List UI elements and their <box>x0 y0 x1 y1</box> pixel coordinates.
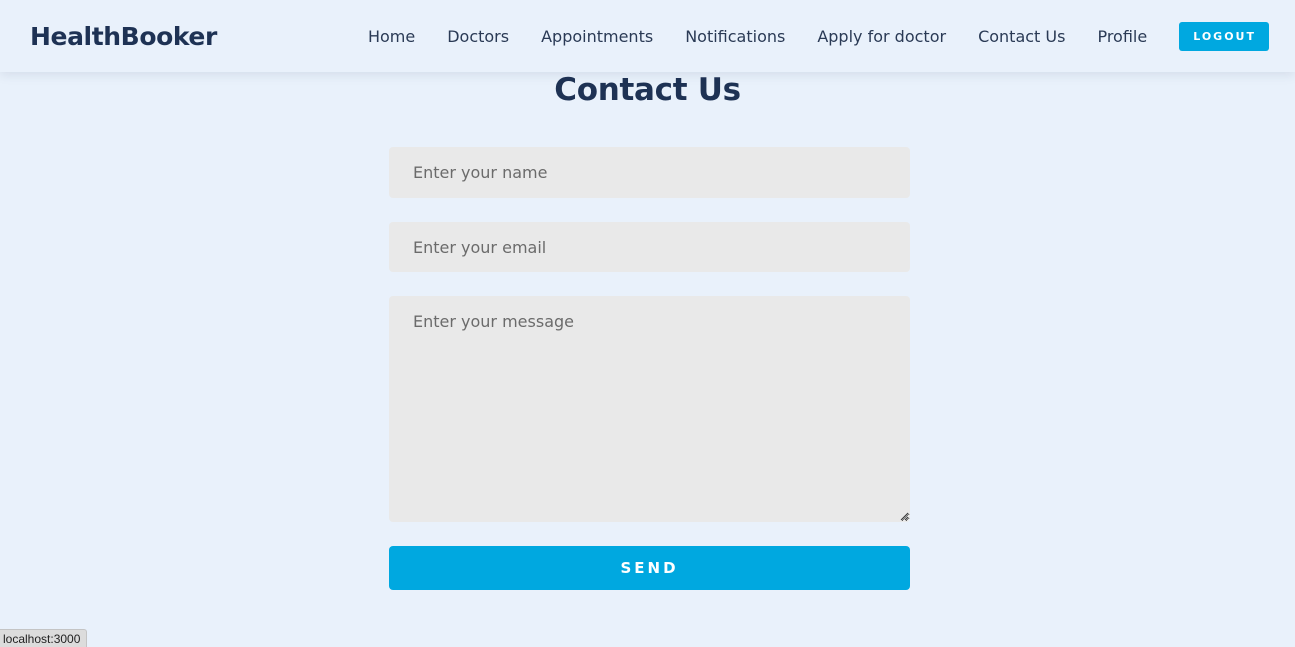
email-input[interactable] <box>389 222 910 272</box>
nav-link-home[interactable]: Home <box>368 27 415 46</box>
send-button[interactable]: SEND <box>389 546 910 590</box>
navbar: HealthBooker Home Doctors Appointments N… <box>0 0 1295 72</box>
page-title: Contact Us <box>554 72 741 108</box>
status-bar-url: localhost:3000 <box>0 629 88 647</box>
nav-link-profile[interactable]: Profile <box>1097 27 1147 46</box>
name-input[interactable] <box>389 147 910 198</box>
logout-button[interactable]: LOGOUT <box>1179 21 1269 51</box>
message-textarea[interactable] <box>389 296 910 522</box>
nav-link-appointments[interactable]: Appointments <box>541 27 653 46</box>
brand-logo[interactable]: HealthBooker <box>30 22 217 51</box>
nav-link-contact-us[interactable]: Contact Us <box>978 27 1065 46</box>
nav-link-doctors[interactable]: Doctors <box>447 27 509 46</box>
nav-links: Home Doctors Appointments Notifications … <box>368 0 1269 72</box>
nav-link-notifications[interactable]: Notifications <box>685 27 785 46</box>
nav-link-apply-for-doctor[interactable]: Apply for doctor <box>817 27 946 46</box>
